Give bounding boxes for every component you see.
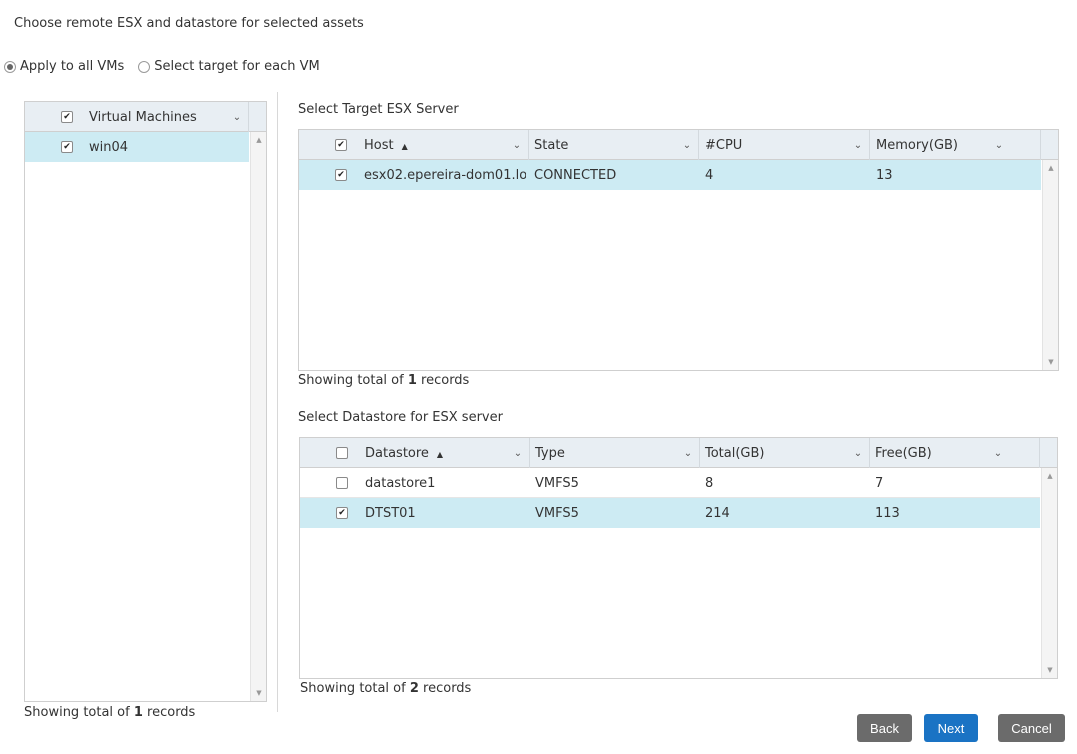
vm-grid-scrollbar[interactable]: ▲ ▼ [250, 132, 266, 701]
esx-col-memory[interactable]: Memory(GB) ⌄ [870, 130, 1041, 160]
datastore-grid: Datastore ▲ ⌄ Type ⌄ Total(GB) ⌄ Free(GB)… [299, 437, 1058, 679]
chevron-down-icon[interactable]: ⌄ [677, 448, 699, 459]
ds-row[interactable]: DTST01 VMFS5 214 113 [300, 498, 1040, 528]
esx-section-title: Select Target ESX Server [298, 102, 459, 117]
esx-col-host[interactable]: Host ▲ ⌄ [355, 130, 529, 160]
chevron-down-icon[interactable]: ⌄ [226, 112, 248, 123]
esx-memory-cell: 13 [876, 167, 893, 183]
ds-grid-scrollbar[interactable]: ▲ ▼ [1041, 468, 1057, 678]
esx-records-text: Showing total of 1 records [298, 373, 470, 388]
cancel-button[interactable]: Cancel [998, 714, 1065, 742]
scroll-up-icon[interactable]: ▲ [1043, 164, 1059, 172]
scroll-up-icon[interactable]: ▲ [251, 136, 267, 144]
page-title: Choose remote ESX and datastore for sele… [14, 16, 364, 31]
vm-row[interactable]: win04 [25, 132, 249, 162]
scroll-down-icon[interactable]: ▼ [1042, 666, 1058, 674]
scroll-down-icon[interactable]: ▼ [251, 689, 267, 697]
ds-total-cell: 8 [705, 475, 714, 491]
vm-grid-header: Virtual Machines ⌄ [25, 102, 266, 132]
esx-row[interactable]: esx02.epereira-dom01.lo... CONNECTED 4 1… [299, 160, 1041, 190]
chevron-down-icon[interactable]: ⌄ [847, 140, 869, 151]
chevron-down-icon[interactable]: ⌄ [987, 448, 1009, 459]
ds-free-cell: 7 [875, 475, 884, 491]
ds-total-cell: 214 [705, 505, 730, 521]
ds-select-all-checkbox[interactable] [336, 447, 348, 459]
chevron-down-icon[interactable]: ⌄ [847, 448, 869, 459]
esx-row-checkbox[interactable] [335, 169, 347, 181]
esx-select-all-checkbox[interactable] [335, 139, 347, 151]
back-button[interactable]: Back [857, 714, 912, 742]
vm-column-label: Virtual Machines [89, 109, 197, 125]
select-each-label[interactable]: Select target for each VM [154, 59, 320, 74]
esx-grid: Host▲ ⌄ State ⌄ #CPU ⌄ Memory(GB) ⌄ esx0… [298, 129, 1059, 371]
esx-cpu-cell: 4 [705, 167, 714, 183]
scroll-up-icon[interactable]: ▲ [1042, 472, 1058, 480]
esx-grid-header: Host▲ ⌄ State ⌄ #CPU ⌄ Memory(GB) ⌄ [299, 130, 1058, 160]
sort-ascending-icon[interactable]: ▲ [437, 450, 443, 459]
ds-records-text: Showing total of 2 records [300, 681, 472, 696]
ds-col-type[interactable]: Type ⌄ [530, 438, 700, 468]
panel-divider [277, 92, 278, 712]
vm-records-text: Showing total of 1 records [24, 705, 196, 720]
select-each-radio[interactable] [138, 60, 151, 73]
apply-mode-group: Apply to all VMs Select target for each … [4, 59, 330, 74]
ds-name-cell: datastore1 [365, 475, 436, 491]
ds-section-title: Select Datastore for ESX server [298, 410, 503, 425]
sort-ascending-icon[interactable]: ▲ [402, 142, 408, 151]
ds-col-total[interactable]: Total(GB) ⌄ [700, 438, 870, 468]
ds-type-cell: VMFS5 [535, 505, 579, 521]
ds-row[interactable]: datastore1 VMFS5 8 7 [300, 468, 1040, 498]
esx-state-cell: CONNECTED [534, 167, 617, 183]
ds-free-cell: 113 [875, 505, 900, 521]
next-button[interactable]: Next [924, 714, 978, 742]
apply-all-label[interactable]: Apply to all VMs [20, 59, 124, 74]
ds-grid-header: Datastore ▲ ⌄ Type ⌄ Total(GB) ⌄ Free(GB)… [300, 438, 1057, 468]
esx-col-cpu[interactable]: #CPU ⌄ [699, 130, 870, 160]
apply-all-radio[interactable] [4, 60, 16, 73]
chevron-down-icon[interactable]: ⌄ [507, 448, 529, 459]
vm-row-checkbox[interactable] [61, 141, 73, 153]
vm-column-header[interactable]: Virtual Machines ⌄ [81, 102, 249, 132]
ds-row-checkbox[interactable] [336, 477, 348, 489]
esx-host-cell: esx02.epereira-dom01.lo... [364, 167, 526, 183]
vm-grid: Virtual Machines ⌄ win04 ▲ ▼ [24, 101, 267, 702]
ds-col-datastore[interactable]: Datastore ▲ ⌄ [356, 438, 530, 468]
esx-grid-scrollbar[interactable]: ▲ ▼ [1042, 160, 1058, 370]
vm-select-all-checkbox[interactable] [61, 111, 73, 123]
ds-col-free[interactable]: Free(GB) ⌄ [870, 438, 1040, 468]
ds-name-cell: DTST01 [365, 505, 416, 521]
esx-col-state[interactable]: State ⌄ [529, 130, 699, 160]
ds-row-checkbox[interactable] [336, 507, 348, 519]
scroll-down-icon[interactable]: ▼ [1043, 358, 1059, 366]
chevron-down-icon[interactable]: ⌄ [988, 140, 1010, 151]
chevron-down-icon[interactable]: ⌄ [506, 140, 528, 151]
chevron-down-icon[interactable]: ⌄ [676, 140, 698, 151]
ds-type-cell: VMFS5 [535, 475, 579, 491]
vm-name: win04 [89, 139, 129, 155]
